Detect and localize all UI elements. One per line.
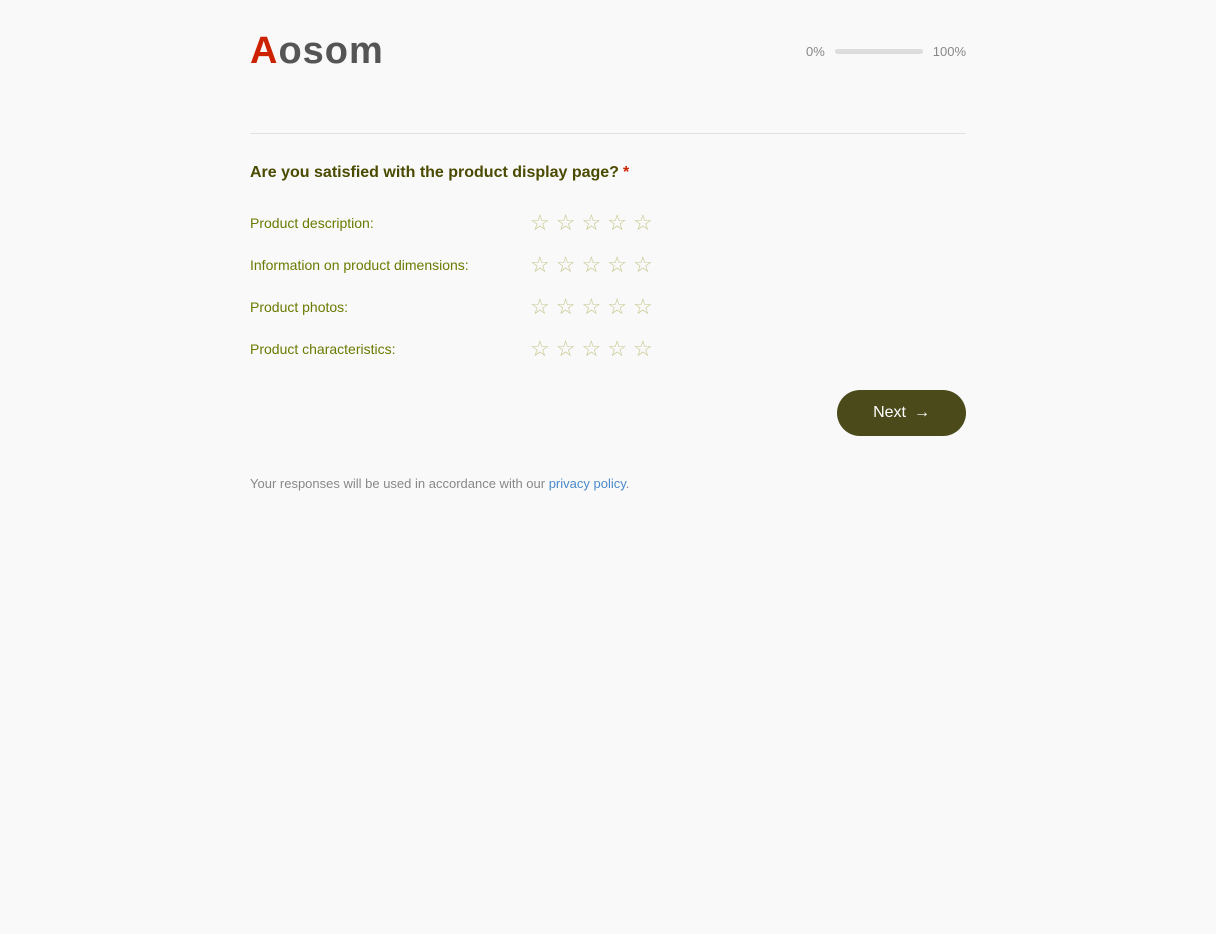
stars-product-photos[interactable]: ☆ ☆ ☆ ☆ ☆ [530,296,653,318]
progress-bar-container: 0% 100% [806,44,966,59]
footer-text: Your responses will be used in accordanc… [250,476,966,491]
rating-row-product-characteristics: Product characteristics: ☆ ☆ ☆ ☆ ☆ [250,338,966,360]
main-content: Are you satisfied with the product displ… [0,103,1216,531]
star-3[interactable]: ☆ [581,296,601,318]
logo: Aosom [250,30,384,73]
next-button-label: Next [873,404,906,422]
header: Aosom 0% 100% [0,0,1216,103]
rating-label-product-description: Product description: [250,215,510,231]
star-1[interactable]: ☆ [530,338,550,360]
stars-product-dimensions[interactable]: ☆ ☆ ☆ ☆ ☆ [530,254,653,276]
star-1[interactable]: ☆ [530,296,550,318]
header-divider [250,133,966,134]
star-4[interactable]: ☆ [607,212,627,234]
footer-text-after: . [626,476,630,491]
question-title: Are you satisfied with the product displ… [250,164,966,182]
rating-label-product-dimensions: Information on product dimensions: [250,257,510,273]
logo-rest: osom [278,30,383,72]
rating-rows: Product description: ☆ ☆ ☆ ☆ ☆ Informati… [250,212,966,360]
next-row: Next → [250,390,966,436]
star-5[interactable]: ☆ [633,338,653,360]
star-4[interactable]: ☆ [607,338,627,360]
star-5[interactable]: ☆ [633,254,653,276]
rating-row-product-description: Product description: ☆ ☆ ☆ ☆ ☆ [250,212,966,234]
star-2[interactable]: ☆ [556,338,576,360]
star-3[interactable]: ☆ [581,338,601,360]
stars-product-characteristics[interactable]: ☆ ☆ ☆ ☆ ☆ [530,338,653,360]
logo-letter-a: A [250,30,278,72]
rating-row-product-dimensions: Information on product dimensions: ☆ ☆ ☆… [250,254,966,276]
required-indicator: * [623,164,629,181]
footer-text-before: Your responses will be used in accordanc… [250,476,549,491]
star-4[interactable]: ☆ [607,296,627,318]
star-1[interactable]: ☆ [530,254,550,276]
rating-label-product-photos: Product photos: [250,299,510,315]
progress-label-end: 100% [933,44,966,59]
star-1[interactable]: ☆ [530,212,550,234]
stars-product-description[interactable]: ☆ ☆ ☆ ☆ ☆ [530,212,653,234]
rating-row-product-photos: Product photos: ☆ ☆ ☆ ☆ ☆ [250,296,966,318]
star-4[interactable]: ☆ [607,254,627,276]
star-5[interactable]: ☆ [633,212,653,234]
privacy-policy-link[interactable]: privacy policy [549,476,626,491]
star-2[interactable]: ☆ [556,212,576,234]
next-button[interactable]: Next → [837,390,966,436]
star-5[interactable]: ☆ [633,296,653,318]
star-2[interactable]: ☆ [556,296,576,318]
star-3[interactable]: ☆ [581,254,601,276]
next-button-arrow: → [914,404,930,422]
rating-label-product-characteristics: Product characteristics: [250,341,510,357]
progress-label-start: 0% [806,44,825,59]
star-2[interactable]: ☆ [556,254,576,276]
question-text: Are you satisfied with the product displ… [250,164,619,181]
star-3[interactable]: ☆ [581,212,601,234]
progress-bar-track [835,49,923,54]
